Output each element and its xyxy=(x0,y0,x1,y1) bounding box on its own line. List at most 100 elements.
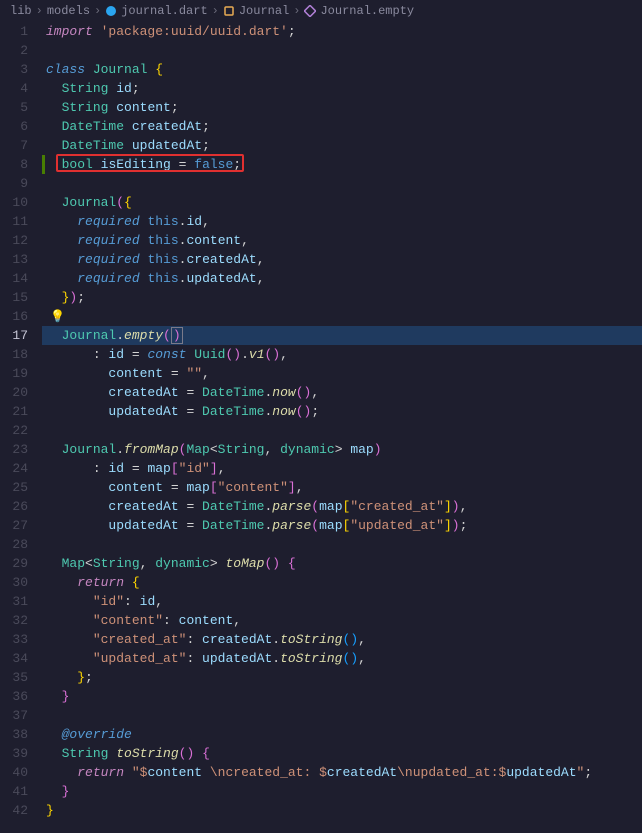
breadcrumb-item-method[interactable]: Journal.empty xyxy=(304,4,414,18)
code-line[interactable]: content = "", xyxy=(42,364,642,383)
line-number: 39 xyxy=(0,744,28,763)
line-number: 13 xyxy=(0,250,28,269)
breadcrumb: lib › models › journal.dart › Journal › … xyxy=(0,0,642,22)
line-number: 4 xyxy=(0,79,28,98)
code-line[interactable]: "updated_at": updatedAt.toString(), xyxy=(42,649,642,668)
code-line[interactable]: : id = const Uuid().v1(), xyxy=(42,345,642,364)
line-number: 16 xyxy=(0,307,28,326)
line-number: 33 xyxy=(0,630,28,649)
cursor-position: ) xyxy=(171,327,183,344)
editor-area[interactable]: 1234567891011121314151617181920212223242… xyxy=(0,22,642,833)
code-line[interactable]: Map<String, dynamic> toMap() { xyxy=(42,554,642,573)
line-number: 14 xyxy=(0,269,28,288)
line-number: 6 xyxy=(0,117,28,136)
code-line[interactable]: }); xyxy=(42,288,642,307)
code-line[interactable]: updatedAt = DateTime.parse(map["updated_… xyxy=(42,516,642,535)
line-number: 23 xyxy=(0,440,28,459)
breadcrumb-label: Journal.empty xyxy=(320,4,414,18)
line-number: 24 xyxy=(0,459,28,478)
code-line[interactable]: : id = map["id"], xyxy=(42,459,642,478)
code-line[interactable]: DateTime updatedAt; xyxy=(42,136,642,155)
code-line[interactable]: } xyxy=(42,782,642,801)
code-line[interactable]: Journal.fromMap(Map<String, dynamic> map… xyxy=(42,440,642,459)
line-number: 10 xyxy=(0,193,28,212)
code-line[interactable]: createdAt = DateTime.parse(map["created_… xyxy=(42,497,642,516)
line-number: 34 xyxy=(0,649,28,668)
line-number: 37 xyxy=(0,706,28,725)
line-number: 40 xyxy=(0,763,28,782)
line-number: 21 xyxy=(0,402,28,421)
line-number: 26 xyxy=(0,497,28,516)
line-number: 29 xyxy=(0,554,28,573)
code-line[interactable] xyxy=(42,706,642,725)
breadcrumb-item-file[interactable]: journal.dart xyxy=(105,4,207,18)
git-added-marker xyxy=(42,155,45,174)
line-number: 5 xyxy=(0,98,28,117)
line-number: 42 xyxy=(0,801,28,820)
code-line[interactable]: @override xyxy=(42,725,642,744)
code-line[interactable] xyxy=(42,41,642,60)
line-number: 15 xyxy=(0,288,28,307)
code-line[interactable]: } xyxy=(42,687,642,706)
line-number: 38 xyxy=(0,725,28,744)
breadcrumb-item-models[interactable]: models xyxy=(47,4,90,18)
line-number: 41 xyxy=(0,782,28,801)
class-icon xyxy=(223,5,235,17)
code-content[interactable]: import 'package:uuid/uuid.dart'; class Jo… xyxy=(42,22,642,833)
line-number: 1 xyxy=(0,22,28,41)
chevron-right-icon: › xyxy=(212,4,219,18)
breadcrumb-label: lib xyxy=(10,4,32,18)
code-line[interactable]: Journal.empty() xyxy=(42,326,642,345)
line-number: 11 xyxy=(0,212,28,231)
code-line[interactable]: import 'package:uuid/uuid.dart'; xyxy=(42,22,642,41)
code-line[interactable]: Journal({ xyxy=(42,193,642,212)
line-number: 27 xyxy=(0,516,28,535)
code-line[interactable]: String id; xyxy=(42,79,642,98)
code-line[interactable]: createdAt = DateTime.now(), xyxy=(42,383,642,402)
code-line[interactable] xyxy=(42,535,642,554)
code-line[interactable]: required this.updatedAt, xyxy=(42,269,642,288)
code-line[interactable]: String toString() { xyxy=(42,744,642,763)
chevron-right-icon: › xyxy=(36,4,43,18)
breadcrumb-item-class[interactable]: Journal xyxy=(223,4,289,18)
breadcrumb-label: journal.dart xyxy=(121,4,207,18)
lightbulb-icon[interactable]: 💡 xyxy=(50,308,65,327)
line-number: 12 xyxy=(0,231,28,250)
code-line[interactable]: DateTime createdAt; xyxy=(42,117,642,136)
chevron-right-icon: › xyxy=(293,4,300,18)
code-line[interactable] xyxy=(42,421,642,440)
code-line[interactable]: }; xyxy=(42,668,642,687)
code-line[interactable]: "id": id, xyxy=(42,592,642,611)
breadcrumb-item-lib[interactable]: lib xyxy=(10,4,32,18)
code-line[interactable]: "created_at": createdAt.toString(), xyxy=(42,630,642,649)
line-number: 30 xyxy=(0,573,28,592)
line-number: 2 xyxy=(0,41,28,60)
line-number: 17 xyxy=(0,326,28,345)
code-line[interactable]: return "$content \ncreated_at: $createdA… xyxy=(42,763,642,782)
code-line[interactable]: required this.id, xyxy=(42,212,642,231)
code-line[interactable]: "content": content, xyxy=(42,611,642,630)
line-number: 7 xyxy=(0,136,28,155)
line-number: 35 xyxy=(0,668,28,687)
code-line[interactable]: required this.content, xyxy=(42,231,642,250)
code-line[interactable]: class Journal { xyxy=(42,60,642,79)
code-line[interactable]: bool isEditing = false; xyxy=(42,155,642,174)
dart-file-icon xyxy=(105,5,117,17)
code-line[interactable]: required this.createdAt, xyxy=(42,250,642,269)
code-line[interactable]: updatedAt = DateTime.now(); xyxy=(42,402,642,421)
line-number: 25 xyxy=(0,478,28,497)
code-line[interactable]: content = map["content"], xyxy=(42,478,642,497)
line-number: 31 xyxy=(0,592,28,611)
line-number: 36 xyxy=(0,687,28,706)
code-line[interactable]: } xyxy=(42,801,642,820)
chevron-right-icon: › xyxy=(94,4,101,18)
code-line[interactable]: String content; xyxy=(42,98,642,117)
code-line[interactable] xyxy=(42,174,642,193)
line-number: 32 xyxy=(0,611,28,630)
line-number: 9 xyxy=(0,174,28,193)
code-line[interactable]: return { xyxy=(42,573,642,592)
highlight-box xyxy=(56,154,244,172)
code-line[interactable]: 💡 xyxy=(42,307,642,326)
method-icon xyxy=(304,5,316,17)
line-number: 22 xyxy=(0,421,28,440)
